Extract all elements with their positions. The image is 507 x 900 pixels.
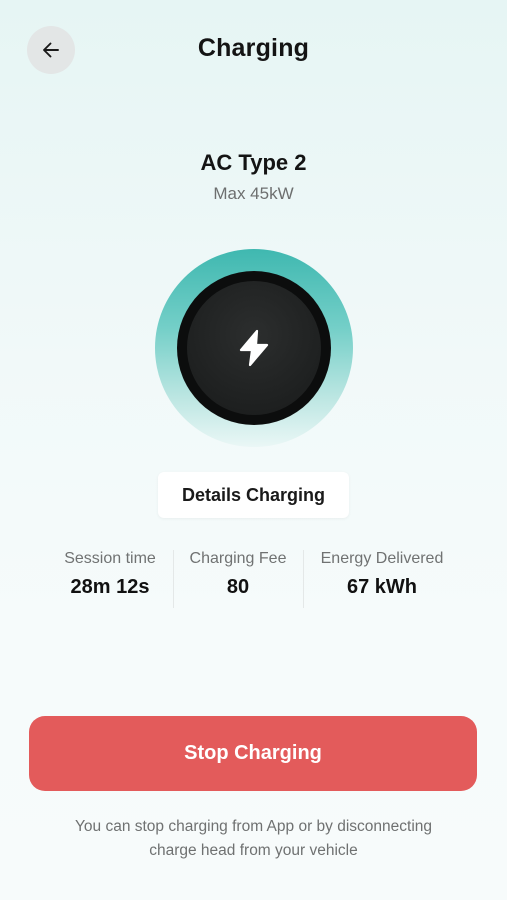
stat-value: 67 kWh xyxy=(346,576,418,598)
stat-value: 80 xyxy=(226,576,250,598)
stat-session-time: Session time 28m 12s xyxy=(55,550,165,599)
stat-label: Session time xyxy=(64,550,156,567)
hint-line-2: charge head from your vehicle xyxy=(149,842,358,859)
stat-label: Charging Fee xyxy=(189,550,287,567)
stop-charging-button[interactable]: Stop Charging xyxy=(29,716,477,791)
charging-status-indicator xyxy=(177,271,331,425)
stat-value: 28m 12s xyxy=(70,576,150,598)
divider xyxy=(303,550,304,608)
connector-max-power: Max 45kW xyxy=(213,184,294,203)
details-charging-button[interactable]: Details Charging xyxy=(158,472,349,518)
lightning-bolt-icon xyxy=(239,329,269,367)
stat-charging-fee: Charging Fee 80 xyxy=(182,550,294,599)
connector-name: AC Type 2 xyxy=(200,150,307,175)
charging-status-core xyxy=(187,281,321,415)
divider xyxy=(173,550,174,608)
charging-stats: Session time 28m 12s Charging Fee 80 Ene… xyxy=(0,550,507,610)
hint-line-1: You can stop charging from App or by dis… xyxy=(74,818,432,835)
stop-charging-hint: You can stop charging from App or by dis… xyxy=(40,815,467,863)
stat-label: Energy Delivered xyxy=(320,550,444,567)
stat-energy-delivered: Energy Delivered 67 kWh xyxy=(312,550,452,599)
page-title: Charging xyxy=(197,34,310,62)
